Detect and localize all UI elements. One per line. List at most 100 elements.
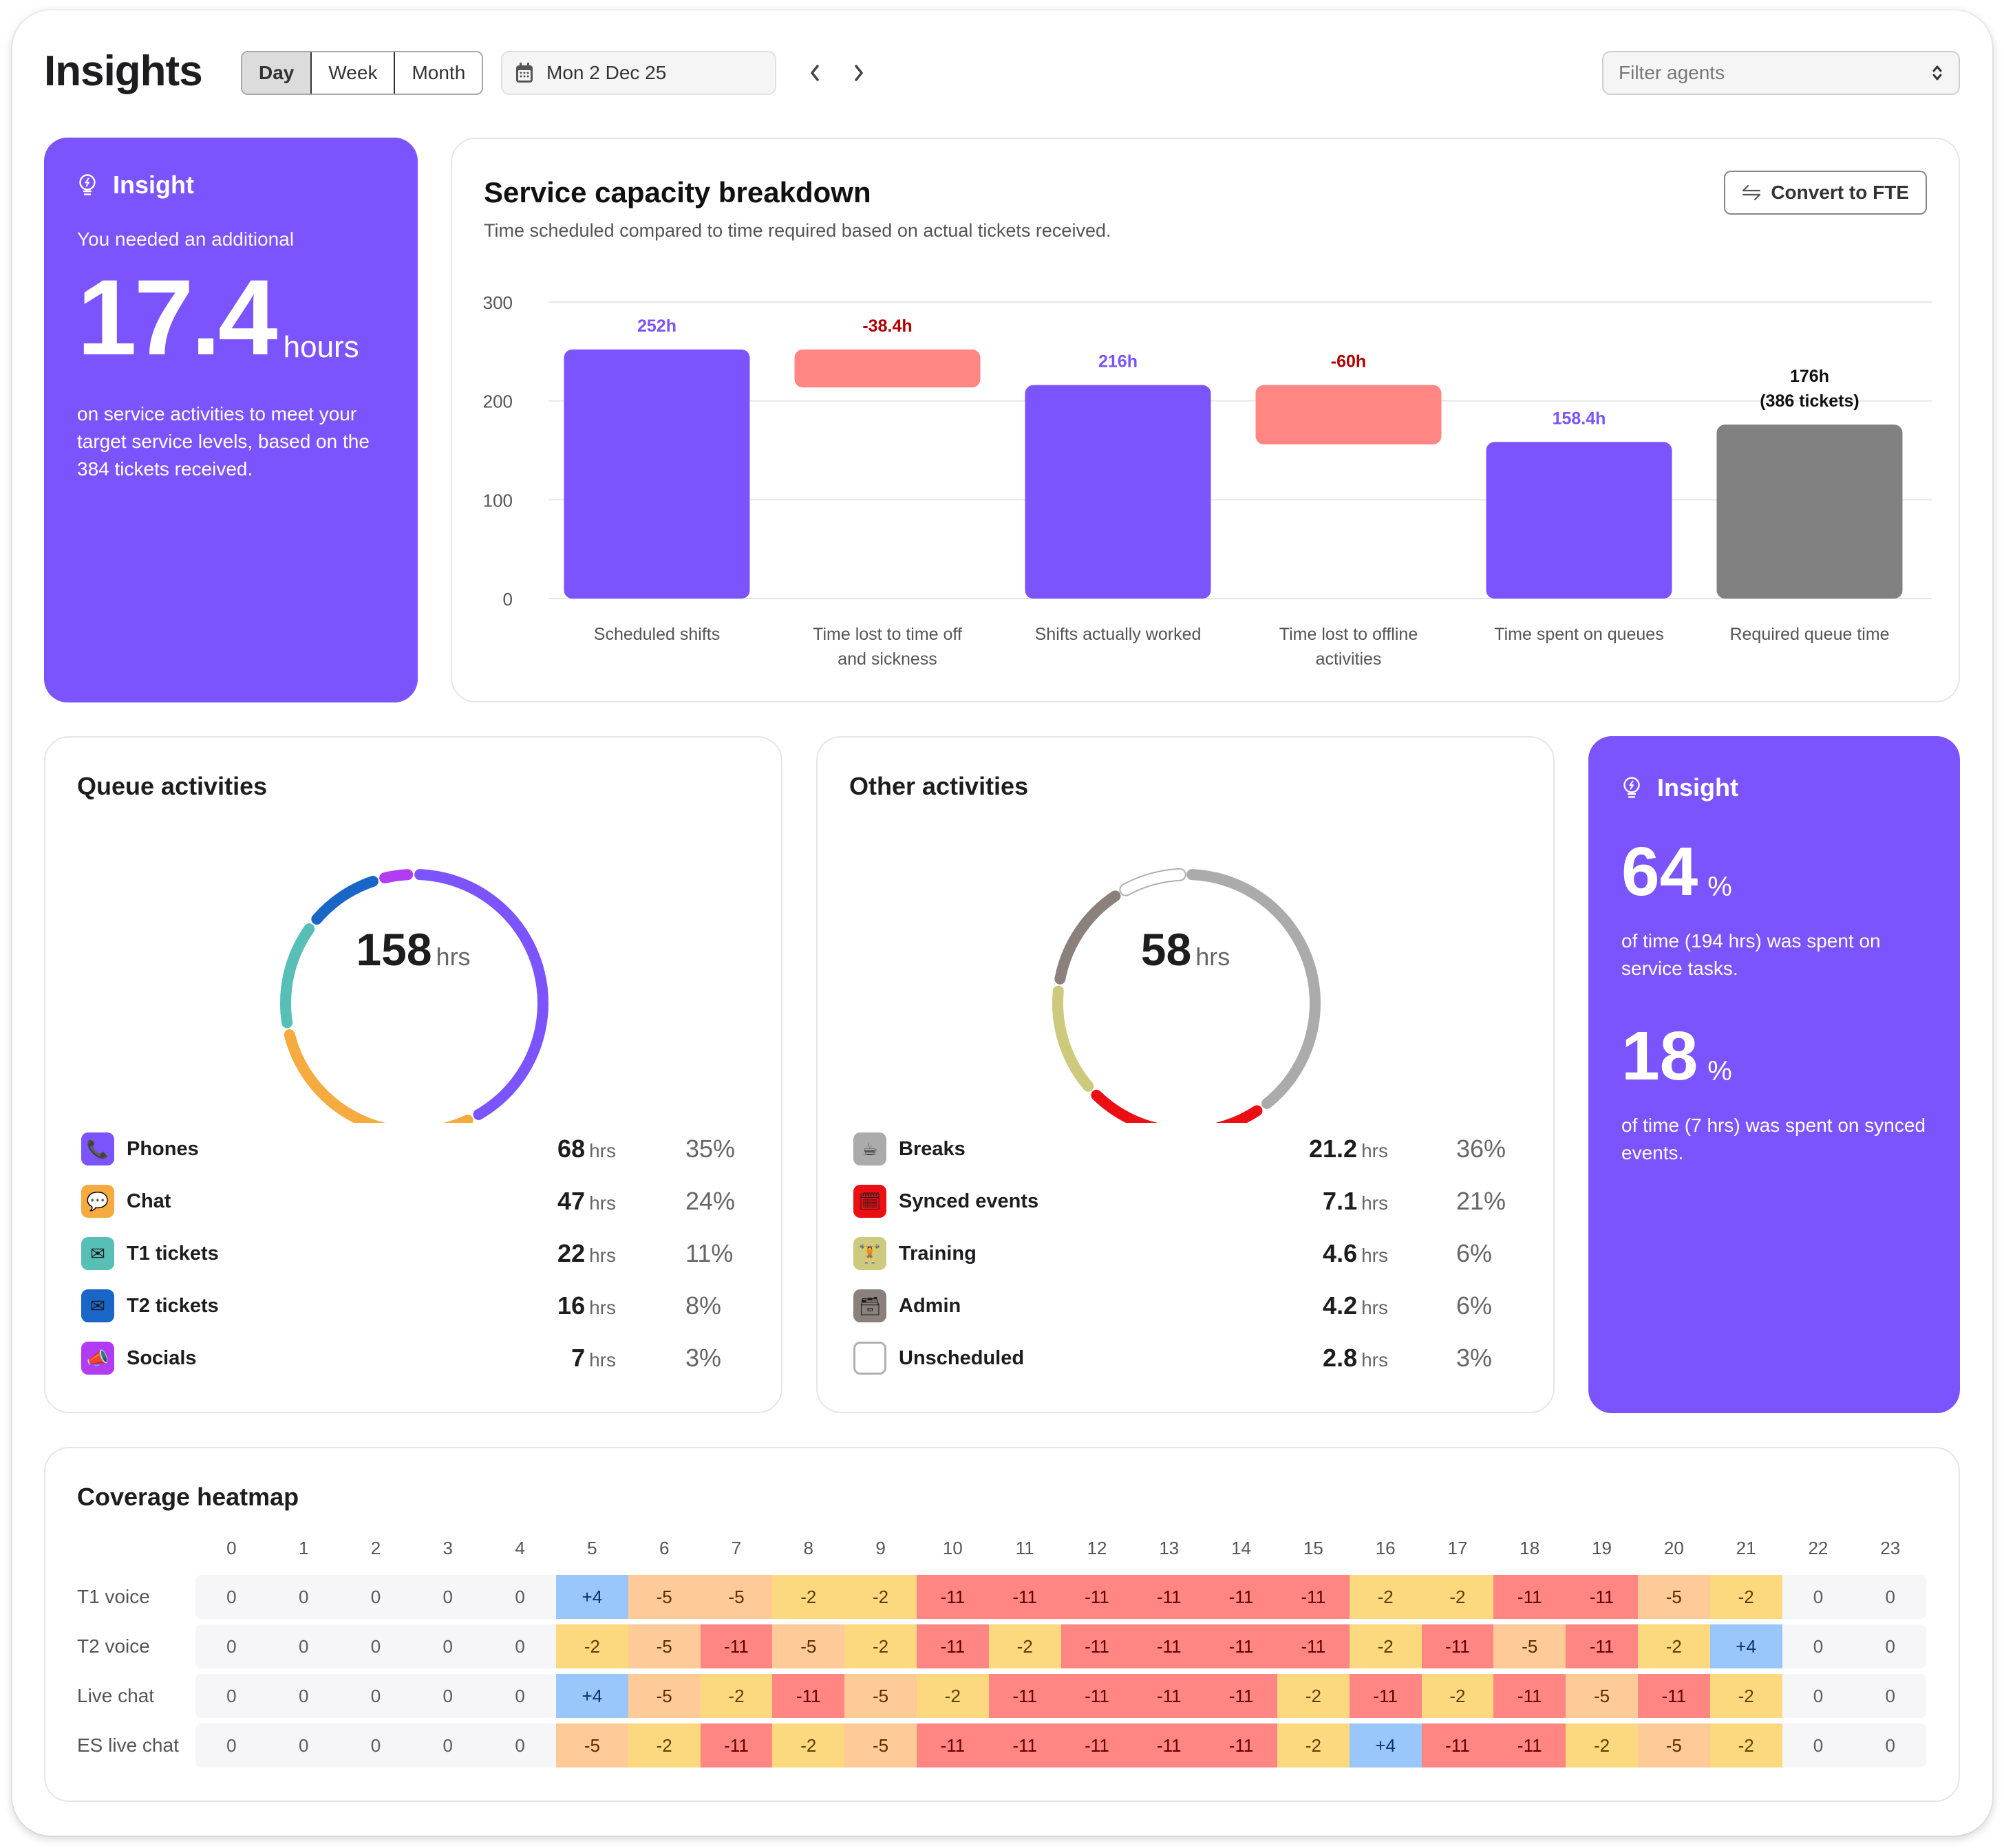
heatmap-cell[interactable]: -11	[1133, 1674, 1206, 1718]
donut-segment-chat[interactable]	[284, 1029, 473, 1123]
heatmap-cell[interactable]: -11	[1205, 1575, 1277, 1619]
heatmap-cell[interactable]: -5	[1566, 1674, 1638, 1718]
heatmap-cell[interactable]: 0	[1854, 1674, 1926, 1718]
heatmap-cell[interactable]: -5	[844, 1723, 917, 1768]
heatmap-cell[interactable]: 0	[1782, 1624, 1855, 1668]
heatmap-cell[interactable]: -11	[988, 1575, 1061, 1619]
heatmap-cell[interactable]: -11	[1060, 1674, 1133, 1718]
heatmap-cell[interactable]: -11	[1349, 1674, 1422, 1718]
heatmap-cell[interactable]: -5	[1493, 1624, 1566, 1668]
heatmap-cell[interactable]: 0	[340, 1575, 412, 1619]
donut-segment-unscheduled[interactable]	[1120, 869, 1185, 895]
heatmap-cell[interactable]: 0	[1854, 1575, 1926, 1619]
heatmap-cell[interactable]: -11	[1493, 1723, 1566, 1768]
heatmap-cell[interactable]: -11	[1493, 1674, 1566, 1718]
heatmap-cell[interactable]: 0	[1854, 1624, 1926, 1668]
bar-required-queue-time[interactable]	[1716, 425, 1903, 599]
donut-segment-phones[interactable]	[414, 869, 548, 1120]
heatmap-cell[interactable]: -2	[1709, 1723, 1782, 1768]
heatmap-cell[interactable]: 0	[484, 1624, 556, 1668]
heatmap-cell[interactable]: +4	[555, 1575, 628, 1619]
date-picker[interactable]: Mon 2 Dec 25	[501, 51, 776, 95]
heatmap-cell[interactable]: 0	[340, 1723, 412, 1768]
previous-day-button[interactable]	[801, 55, 829, 91]
heatmap-cell[interactable]: -11	[1133, 1575, 1206, 1619]
filter-agents-select[interactable]: Filter agents	[1602, 51, 1960, 95]
heatmap-cell[interactable]: 0	[340, 1674, 412, 1718]
heatmap-cell[interactable]: -11	[1060, 1723, 1133, 1768]
heatmap-cell[interactable]: -11	[1277, 1575, 1350, 1619]
heatmap-cell[interactable]: -11	[772, 1674, 845, 1718]
heatmap-cell[interactable]: -11	[1133, 1624, 1206, 1668]
heatmap-cell[interactable]: -11	[1566, 1575, 1638, 1619]
heatmap-cell[interactable]: -2	[700, 1674, 773, 1718]
tab-month[interactable]: Month	[395, 52, 482, 94]
bar-time-lost-to-time-off-and-sickness[interactable]	[794, 349, 981, 388]
donut-segment-socials[interactable]	[379, 869, 414, 883]
heatmap-cell[interactable]: -11	[1060, 1624, 1133, 1668]
heatmap-cell[interactable]: -5	[844, 1674, 917, 1718]
heatmap-cell[interactable]: -11	[988, 1674, 1061, 1718]
heatmap-cell[interactable]: 0	[484, 1575, 556, 1619]
heatmap-cell[interactable]: 0	[412, 1674, 484, 1718]
heatmap-cell[interactable]: -5	[700, 1575, 773, 1619]
donut-segment-t2-tickets[interactable]	[311, 875, 379, 925]
heatmap-cell[interactable]: 0	[268, 1624, 340, 1668]
heatmap-cell[interactable]: -2	[1566, 1723, 1638, 1768]
heatmap-cell[interactable]: 0	[484, 1674, 556, 1718]
heatmap-cell[interactable]: -5	[555, 1723, 628, 1768]
heatmap-cell[interactable]: 0	[195, 1723, 268, 1768]
heatmap-cell[interactable]: 0	[484, 1723, 556, 1768]
legend-item[interactable]: 🏋 Training 4.6 hrs 6%	[853, 1227, 1505, 1280]
tab-day[interactable]: Day	[242, 52, 312, 94]
heatmap-cell[interactable]: -11	[1637, 1674, 1710, 1718]
heatmap-cell[interactable]: -11	[1060, 1575, 1133, 1619]
heatmap-cell[interactable]: -11	[916, 1575, 989, 1619]
heatmap-cell[interactable]: -5	[1637, 1723, 1710, 1768]
heatmap-cell[interactable]: -11	[1493, 1575, 1566, 1619]
heatmap-cell[interactable]: -2	[772, 1723, 845, 1768]
legend-item[interactable]: Unscheduled 2.8 hrs 3%	[853, 1332, 1505, 1384]
heatmap-cell[interactable]: 0	[1782, 1575, 1855, 1619]
bar-scheduled-shifts[interactable]	[564, 349, 750, 599]
heatmap-cell[interactable]: -5	[628, 1575, 701, 1619]
heatmap-cell[interactable]: 0	[1854, 1723, 1926, 1768]
heatmap-cell[interactable]: -11	[1205, 1624, 1277, 1668]
heatmap-cell[interactable]: -5	[1637, 1575, 1710, 1619]
heatmap-cell[interactable]: 0	[195, 1674, 268, 1718]
heatmap-cell[interactable]: 0	[1782, 1723, 1855, 1768]
heatmap-cell[interactable]: 0	[268, 1674, 340, 1718]
next-day-button[interactable]	[845, 55, 873, 91]
heatmap-cell[interactable]: -2	[1349, 1624, 1422, 1668]
heatmap-cell[interactable]: -11	[1421, 1723, 1494, 1768]
heatmap-cell[interactable]: +4	[1709, 1624, 1782, 1668]
heatmap-cell[interactable]: +4	[555, 1674, 628, 1718]
heatmap-cell[interactable]: 0	[412, 1723, 484, 1768]
heatmap-cell[interactable]: 0	[412, 1575, 484, 1619]
heatmap-cell[interactable]: -5	[628, 1624, 701, 1668]
heatmap-cell[interactable]: -2	[844, 1575, 917, 1619]
heatmap-cell[interactable]: -2	[1637, 1624, 1710, 1668]
donut-segment-synced-events[interactable]	[1091, 1089, 1263, 1123]
heatmap-cell[interactable]: -11	[700, 1624, 773, 1668]
legend-item[interactable]: ✉ T1 tickets 22 hrs 11%	[81, 1227, 733, 1280]
heatmap-cell[interactable]: -2	[844, 1624, 917, 1668]
heatmap-cell[interactable]: -2	[628, 1723, 701, 1768]
legend-item[interactable]: 📣 Socials 7 hrs 3%	[81, 1332, 733, 1384]
heatmap-cell[interactable]: -2	[916, 1674, 989, 1718]
heatmap-cell[interactable]: -11	[916, 1723, 989, 1768]
heatmap-cell[interactable]: -2	[988, 1624, 1061, 1668]
donut-segment-breaks[interactable]	[1186, 869, 1321, 1109]
heatmap-cell[interactable]: -2	[1421, 1674, 1494, 1718]
heatmap-cell[interactable]: 0	[195, 1624, 268, 1668]
heatmap-cell[interactable]: -2	[1709, 1575, 1782, 1619]
donut-segment-training[interactable]	[1052, 985, 1094, 1092]
legend-item[interactable]: 📞 Phones 68 hrs 35%	[81, 1123, 735, 1175]
heatmap-cell[interactable]: -11	[1421, 1624, 1494, 1668]
heatmap-cell[interactable]: -11	[916, 1624, 989, 1668]
legend-item[interactable]: ✉ T2 tickets 16 hrs 8%	[81, 1280, 733, 1332]
heatmap-cell[interactable]: -2	[1349, 1575, 1422, 1619]
legend-item[interactable]: 🗃 Admin 4.2 hrs 6%	[853, 1280, 1505, 1332]
heatmap-cell[interactable]: -11	[1205, 1723, 1277, 1768]
heatmap-cell[interactable]: -5	[772, 1624, 845, 1668]
